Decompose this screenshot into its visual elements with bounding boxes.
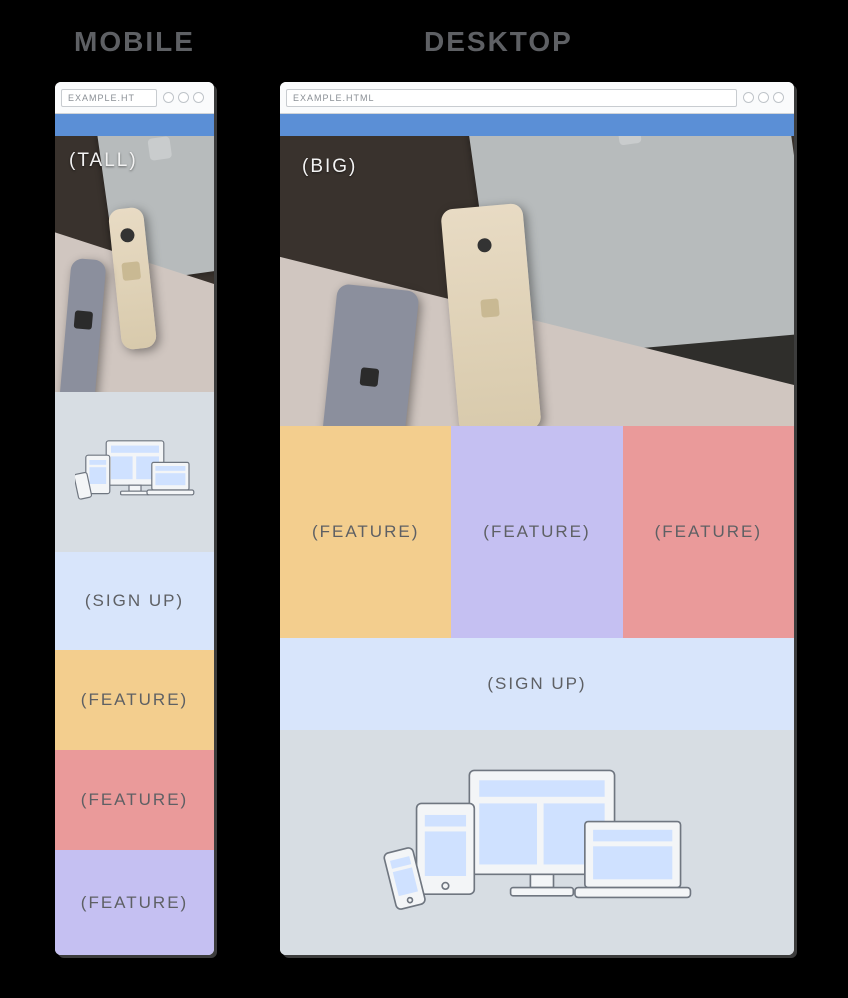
browser-chrome: EXAMPLE.HT bbox=[55, 82, 214, 114]
feature-block-purple: (FEATURE) bbox=[55, 850, 214, 955]
heading-mobile: MOBILE bbox=[74, 26, 195, 58]
window-control-icon[interactable] bbox=[163, 92, 174, 103]
illustration-block bbox=[280, 730, 794, 955]
address-bar[interactable]: EXAMPLE.HT bbox=[61, 89, 157, 107]
window-control-icon[interactable] bbox=[758, 92, 769, 103]
signup-block[interactable]: (SIGN UP) bbox=[280, 638, 794, 730]
feature-block-purple: (FEATURE) bbox=[451, 426, 622, 638]
signup-label: (SIGN UP) bbox=[85, 591, 184, 611]
feature-label: (FEATURE) bbox=[312, 522, 419, 542]
illustration-block bbox=[55, 392, 214, 552]
window-controls bbox=[163, 92, 204, 103]
feature-block-red: (FEATURE) bbox=[55, 750, 214, 850]
header-bar bbox=[280, 114, 794, 136]
feature-label: (FEATURE) bbox=[655, 522, 762, 542]
feature-block-yellow: (FEATURE) bbox=[280, 426, 451, 638]
devices-illustration-icon bbox=[75, 432, 195, 512]
feature-label: (FEATURE) bbox=[81, 690, 188, 710]
address-bar[interactable]: EXAMPLE.HTML bbox=[286, 89, 737, 107]
window-control-icon[interactable] bbox=[178, 92, 189, 103]
hero-label: (BIG) bbox=[302, 156, 357, 178]
heading-desktop: DESKTOP bbox=[424, 26, 573, 58]
mobile-browser: EXAMPLE.HT (TALL) bbox=[55, 82, 214, 955]
hero-tall: (TALL) bbox=[55, 136, 214, 392]
feature-label: (FEATURE) bbox=[81, 790, 188, 810]
window-control-icon[interactable] bbox=[193, 92, 204, 103]
feature-block-yellow: (FEATURE) bbox=[55, 650, 214, 750]
feature-block-red: (FEATURE) bbox=[623, 426, 794, 638]
window-controls bbox=[743, 92, 784, 103]
browser-chrome: EXAMPLE.HTML bbox=[280, 82, 794, 114]
features-row: (FEATURE) (FEATURE) (FEATURE) bbox=[280, 426, 794, 638]
devices-illustration-icon bbox=[372, 753, 702, 933]
signup-label: (SIGN UP) bbox=[487, 674, 586, 694]
signup-block[interactable]: (SIGN UP) bbox=[55, 552, 214, 650]
window-control-icon[interactable] bbox=[773, 92, 784, 103]
header-bar bbox=[55, 114, 214, 136]
feature-label: (FEATURE) bbox=[81, 893, 188, 913]
hero-big: (BIG) bbox=[280, 136, 794, 426]
window-control-icon[interactable] bbox=[743, 92, 754, 103]
hero-label: (TALL) bbox=[69, 150, 138, 172]
feature-label: (FEATURE) bbox=[483, 522, 590, 542]
desktop-browser: EXAMPLE.HTML (BIG) (FEATURE) (FEATURE) (… bbox=[280, 82, 794, 955]
